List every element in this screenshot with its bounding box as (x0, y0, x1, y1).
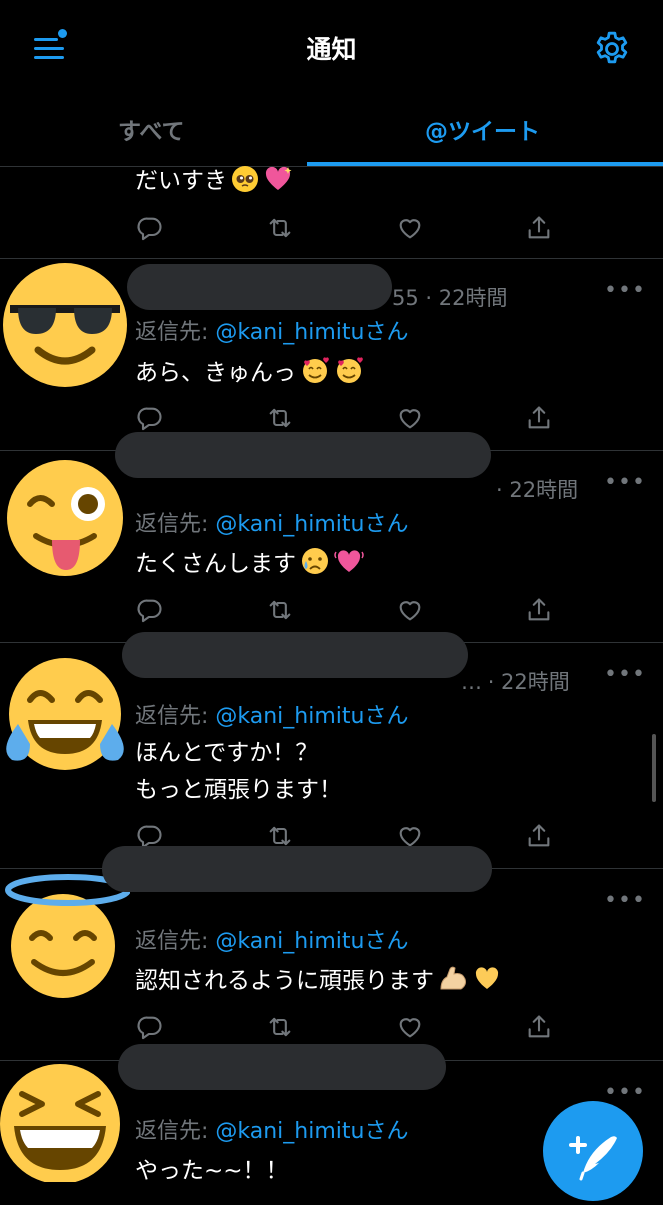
reply-to-handle[interactable]: @kani_himituさん (215, 929, 408, 954)
tab-all[interactable]: すべて (118, 112, 184, 146)
tweet-text-content: 認知されるように頑張ります (135, 968, 434, 994)
name-redacted (115, 432, 491, 478)
flexed-biceps-emoji (440, 966, 466, 990)
smiling-face-with-hearts-emoji (337, 357, 363, 383)
compose-icon (569, 1136, 617, 1181)
reply-to-prefix: 返信先: (135, 929, 216, 954)
name-redacted (127, 264, 392, 310)
share-icon[interactable] (525, 822, 553, 850)
sunglasses-face-avatar[interactable] (0, 260, 130, 390)
tweet-text-content: だいすき (135, 168, 227, 194)
name-redacted (122, 632, 468, 678)
beating-heart-emoji (334, 550, 364, 572)
reply-to-handle[interactable]: @kani_himituさん (215, 1119, 408, 1144)
retweet-icon[interactable] (266, 1013, 294, 1041)
tweet-meta: 55 · 22時間 (392, 286, 508, 310)
reply-to: 返信先: @kani_himituさん (135, 1113, 408, 1145)
more-options-icon[interactable]: ••• (604, 278, 646, 303)
sparkling-heart-emoji (265, 166, 292, 190)
reply-to: 返信先: @kani_himituさん (135, 506, 408, 538)
tweet-text-line-1: ほんとですか！？ (135, 740, 319, 766)
share-icon[interactable] (525, 214, 553, 242)
header: 通知 (0, 0, 663, 96)
tweet-item[interactable]: · 22時間 ••• 返信先: @kani_himituさん たくさんします (0, 432, 663, 643)
share-icon[interactable] (525, 1013, 553, 1041)
tweet-item[interactable]: 55 · 22時間 ••• 返信先: @kani_himituさん あら、きゅん… (0, 258, 663, 451)
gear-icon[interactable] (592, 29, 632, 69)
scrollbar[interactable] (652, 734, 656, 802)
retweet-icon[interactable] (266, 214, 294, 242)
reply-icon[interactable] (136, 1013, 164, 1041)
name-redacted (118, 1044, 446, 1090)
compose-button[interactable] (543, 1101, 643, 1201)
share-icon[interactable] (525, 596, 553, 624)
like-icon[interactable] (396, 404, 424, 432)
winking-tongue-face-avatar[interactable] (0, 456, 130, 586)
tweet-text-content: あら、きゅんっ (135, 360, 296, 386)
smiling-face-with-hearts-emoji (303, 357, 329, 383)
yellow-heart-emoji (475, 967, 499, 989)
tweet-text: たくさんします (135, 546, 364, 583)
more-options-icon[interactable]: ••• (604, 888, 646, 913)
reply-to-handle[interactable]: @kani_himituさん (215, 512, 408, 537)
tweet-text-content: たくさんします (135, 551, 296, 577)
tweet-text: だいすき (135, 163, 293, 200)
tweet-item[interactable]: ••• 返信先: @kani_himituさん 認知されるように頑張ります (0, 846, 663, 1061)
reply-to-handle[interactable]: @kani_himituさん (215, 704, 408, 729)
reply-to-prefix: 返信先: (135, 1119, 216, 1144)
tweet-actions (136, 404, 556, 434)
tweet-text: やった~~！！ (135, 1158, 289, 1184)
more-options-icon[interactable]: ••• (604, 662, 646, 687)
tweet-actions (136, 1013, 556, 1043)
tweet-actions (136, 596, 556, 626)
reply-to-prefix: 返信先: (135, 512, 216, 537)
tab-mentions[interactable]: @ツイート (425, 112, 540, 146)
tweet-item[interactable]: だいすき (0, 166, 663, 259)
reply-icon[interactable] (136, 404, 164, 432)
tweet-actions (136, 214, 556, 244)
tweet-text: 認知されるように頑張ります (135, 963, 502, 1000)
more-options-icon[interactable]: ••• (604, 470, 646, 495)
page-title: 通知 (306, 35, 357, 64)
tweet-meta: · 22時間 (496, 478, 579, 502)
like-icon[interactable] (396, 1013, 424, 1041)
grinning-squinting-face-avatar[interactable] (0, 1052, 130, 1184)
retweet-icon[interactable] (266, 404, 294, 432)
retweet-icon[interactable] (266, 596, 294, 624)
share-icon[interactable] (525, 404, 553, 432)
name-redacted (102, 846, 492, 892)
crying-face-emoji (302, 548, 328, 574)
reply-to: 返信先: @kani_himituさん (135, 314, 408, 346)
pleading-face-emoji (232, 166, 258, 192)
like-icon[interactable] (396, 214, 424, 242)
reply-to-prefix: 返信先: (135, 704, 216, 729)
tweet-item[interactable]: … · 22時間 ••• 返信先: @kani_himituさん ほんとですか！… (0, 632, 663, 869)
reply-to: 返信先: @kani_himituさん (135, 698, 408, 730)
reply-to: 返信先: @kani_himituさん (135, 923, 408, 955)
tweet-text-line-2: もっと頑張ります！ (135, 777, 342, 803)
like-icon[interactable] (396, 596, 424, 624)
tweet-text: あら、きゅんっ (135, 355, 364, 392)
tears-of-joy-face-avatar[interactable] (0, 652, 130, 782)
reply-to-handle[interactable]: @kani_himituさん (215, 320, 408, 345)
reply-to-prefix: 返信先: (135, 320, 216, 345)
reply-icon[interactable] (136, 214, 164, 242)
tweet-meta: … · 22時間 (461, 670, 570, 694)
tweet-meta-text: · 22時間 (487, 670, 570, 694)
tab-bar: すべて @ツイート (0, 96, 663, 167)
reply-icon[interactable] (136, 596, 164, 624)
